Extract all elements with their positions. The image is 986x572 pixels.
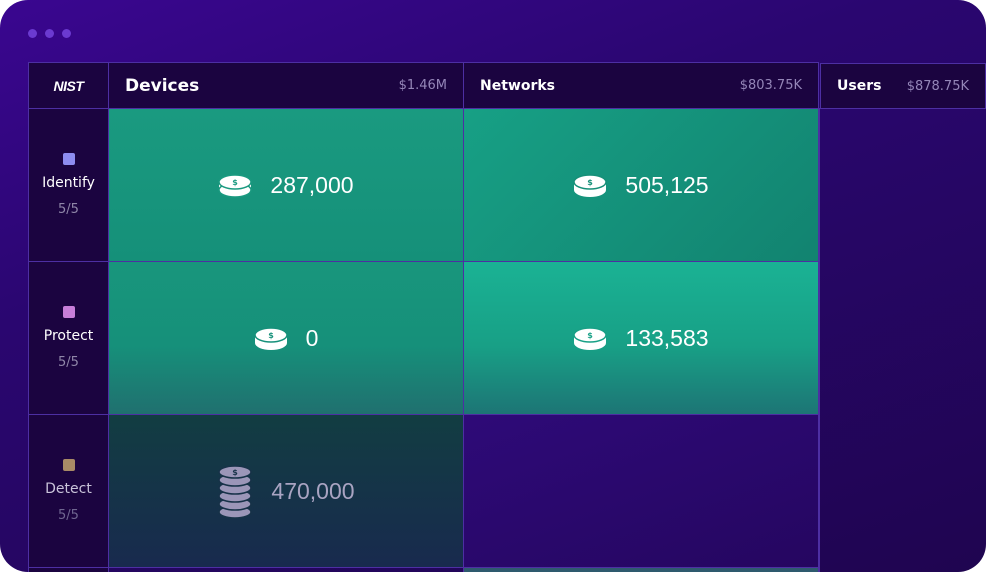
coin-icon: $ <box>218 174 253 198</box>
nist-logo: NIST <box>53 77 84 94</box>
row-header-next <box>28 567 109 572</box>
column-amount: $803.75K <box>739 78 802 93</box>
column-header-users[interactable]: Users $878.75K <box>820 63 986 109</box>
row-header-protect[interactable]: Protect 5/5 <box>28 261 109 415</box>
cell-value: 470,000 <box>271 477 355 504</box>
cell-value: 505,125 <box>625 171 709 198</box>
svg-text:$: $ <box>588 178 594 187</box>
cell-identify-networks[interactable]: $ 505,125 <box>463 108 819 262</box>
row-label: Identify <box>42 175 95 191</box>
row-count: 5/5 <box>58 202 79 217</box>
app-window: NIST Devices $1.46M Networks $803.75K Us… <box>0 0 986 572</box>
svg-text:$: $ <box>588 331 594 340</box>
cell-value: 287,000 <box>270 171 354 198</box>
svg-text:$: $ <box>233 468 239 477</box>
cell-protect-devices[interactable]: $ 0 <box>108 261 464 415</box>
row-count: 5/5 <box>58 355 79 370</box>
column-name: Devices <box>125 75 200 96</box>
cell-identify-devices[interactable]: $ 287,000 <box>108 108 464 262</box>
category-color-swatch <box>62 306 75 318</box>
cell-detect-networks-empty[interactable] <box>463 414 819 568</box>
coin-icon: $ <box>573 327 608 350</box>
column-name: Users <box>837 78 882 94</box>
window-dot-maximize[interactable] <box>62 29 71 38</box>
window-dot-minimize[interactable] <box>45 29 54 38</box>
cell-value: 0 <box>305 324 319 351</box>
nist-logo-cell: NIST <box>28 62 109 109</box>
cell-detect-devices[interactable]: $ 470,000 <box>108 414 464 568</box>
column-amount: $878.75K <box>906 78 969 94</box>
window-dot-close[interactable] <box>28 29 37 38</box>
row-label: Protect <box>43 328 94 344</box>
cell-value: 133,583 <box>625 324 709 351</box>
row-header-detect[interactable]: Detect 5/5 <box>28 414 109 568</box>
row-count: 5/5 <box>58 508 79 523</box>
window-controls <box>28 29 71 38</box>
cell-next-row <box>463 567 819 572</box>
svg-text:$: $ <box>268 331 274 340</box>
column-divider <box>819 108 820 572</box>
category-color-swatch <box>62 459 75 471</box>
coin-icon: $ <box>573 174 608 197</box>
cell-protect-networks[interactable]: $ 133,583 <box>463 261 819 415</box>
column-header-networks[interactable]: Networks $803.75K <box>463 62 819 109</box>
column-name: Networks <box>480 77 556 94</box>
category-color-swatch <box>62 153 75 165</box>
svg-text:$: $ <box>233 178 239 187</box>
coin-stack-icon: $ <box>218 465 253 519</box>
column-header-devices[interactable]: Devices $1.46M <box>108 62 464 109</box>
row-label: Detect <box>45 481 92 497</box>
coin-icon: $ <box>253 327 288 350</box>
column-amount: $1.46M <box>398 78 447 93</box>
row-header-identify[interactable]: Identify 5/5 <box>28 108 109 262</box>
